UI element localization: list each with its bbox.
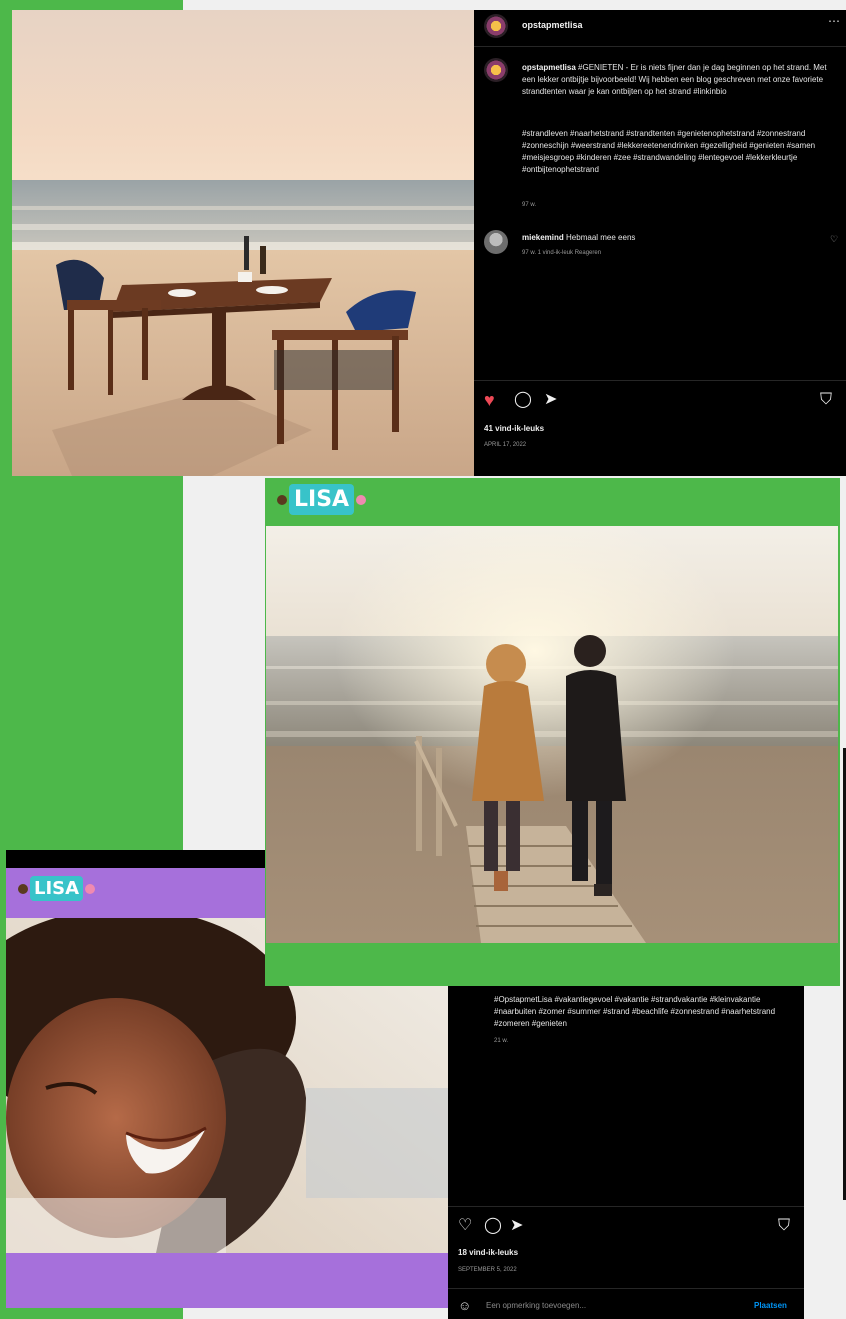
ice-cream-icon [277, 494, 287, 505]
instagram-post-breakfast: opstapmetlisa ⋯ opstapmetlisa #GENIETEN … [12, 10, 846, 476]
ice-cream-icon [356, 494, 367, 505]
caption-avatar[interactable] [484, 58, 508, 82]
likes-count[interactable]: 41 vind-ik-leuks [484, 424, 544, 433]
caption-time: 97 w. [522, 202, 537, 208]
avatar[interactable] [484, 14, 508, 38]
lisa-logo: LISA [277, 484, 367, 515]
comment: miekemind Hebmaal mee eens [522, 232, 812, 244]
ice-cream-icon [18, 883, 28, 894]
logo-text: LISA [289, 484, 355, 515]
heart-outline-icon[interactable]: ♡ [458, 1218, 472, 1234]
instagram-post-couple: LISA [265, 478, 840, 986]
share-icon[interactable]: ➤ [544, 392, 557, 408]
post-photo-couple-beach [266, 526, 838, 943]
share-icon[interactable]: ➤ [510, 1218, 523, 1234]
bookmark-icon[interactable]: ⛉ [778, 1218, 790, 1234]
post-side-panel: opstapmetlisa ⋯ opstapmetlisa #GENIETEN … [474, 10, 846, 476]
logo-text: LISA [30, 876, 84, 901]
beach-table-illustration [12, 10, 474, 476]
post-side-panel: #OpstapmetLisa #vakantiegevoel #vakantie… [448, 986, 804, 1319]
post-comment-button[interactable]: Plaatsen [754, 1301, 787, 1310]
likes-count[interactable]: 18 vind-ik-leuks [458, 1248, 518, 1257]
caption: opstapmetlisa #GENIETEN - Er is niets fi… [522, 62, 834, 98]
divider [448, 1206, 804, 1207]
bookmark-icon[interactable]: ⛉ [820, 392, 832, 408]
post-username[interactable]: opstapmetlisa [522, 20, 583, 30]
comment-meta: 97 w. 1 vind-ik-leuk Reageren [522, 250, 602, 256]
post-photo-beach-table [12, 10, 474, 476]
post-date: SEPTEMBER 5, 2022 [458, 1267, 517, 1273]
comment-icon[interactable]: ◯ [484, 1218, 502, 1234]
divider [448, 1288, 804, 1289]
caption-hashtags: #OpstapmetLisa #vakantiegevoel #vakantie… [494, 995, 776, 1028]
heart-outline-icon[interactable]: ♡ [830, 234, 838, 245]
more-horizontal-icon[interactable]: ⋯ [828, 14, 840, 28]
caption-time: 21 w. [494, 1038, 509, 1044]
couple-beach-illustration [266, 526, 838, 943]
comment-icon[interactable]: ◯ [514, 392, 532, 408]
comment-avatar[interactable] [484, 230, 508, 254]
divider [474, 380, 846, 381]
caption-username[interactable]: opstapmetlisa [522, 63, 576, 72]
caption-hashtags: #strandleven #naarhetstrand #strandtente… [522, 129, 816, 174]
divider [474, 46, 846, 47]
ice-cream-icon [85, 883, 96, 894]
lisa-logo: LISA [18, 876, 96, 901]
comment-text: Hebmaal mee eens [566, 233, 636, 242]
comment-input[interactable]: Een opmerking toevoegen... [486, 1301, 586, 1310]
emoji-icon[interactable]: ☺ [458, 1298, 471, 1313]
heart-filled-icon[interactable]: ♥ [484, 391, 495, 409]
comment-username[interactable]: miekemind [522, 233, 564, 242]
post-top-bar [6, 850, 265, 870]
post-date: APRIL 17, 2022 [484, 442, 527, 448]
